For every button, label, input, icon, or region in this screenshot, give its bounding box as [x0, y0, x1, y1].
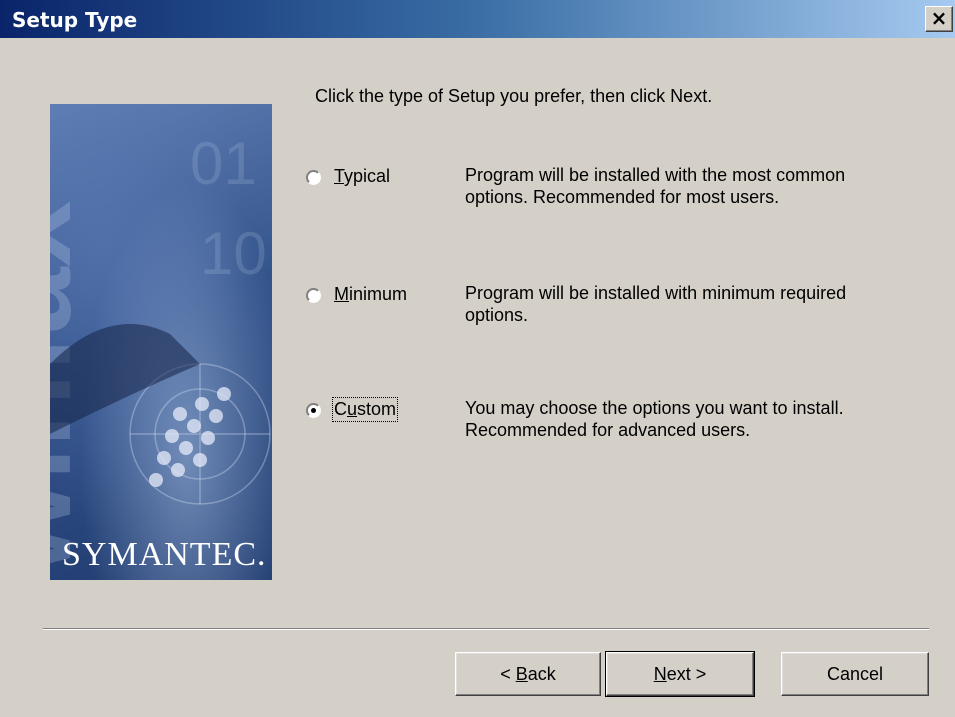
next-button-label: Next >: [653, 663, 707, 684]
next-button[interactable]: Next >: [605, 651, 755, 697]
symantec-logo: SYMANTEC.: [62, 536, 267, 573]
close-button[interactable]: ×: [925, 6, 953, 32]
minimum-radio[interactable]: [306, 288, 321, 303]
banner-artwork: winfax 01 10: [50, 130, 271, 575]
custom-accel: u: [347, 399, 358, 419]
symantec-banner-image: winfax 01 10 SYMANTEC.: [50, 104, 272, 580]
back-button[interactable]: < Back: [455, 652, 601, 696]
separator: [43, 628, 929, 630]
title-bar[interactable]: Setup Type ×: [0, 0, 955, 38]
custom-label-rest: stom: [357, 399, 397, 419]
instruction-text: Click the type of Setup you prefer, then…: [315, 86, 713, 106]
typical-accel: T: [334, 166, 345, 186]
typical-label[interactable]: Typical: [334, 166, 390, 187]
custom-label[interactable]: Custom: [331, 397, 399, 422]
typical-radio[interactable]: [306, 170, 321, 185]
typical-description: Program will be installed with the most …: [465, 165, 846, 207]
window-title: Setup Type: [12, 8, 138, 32]
typical-label-rest: ypical: [344, 166, 391, 186]
minimum-label[interactable]: Minimum: [334, 284, 407, 305]
minimum-description: Program will be installed with minimum r…: [465, 283, 847, 325]
minimum-accel: M: [334, 284, 349, 304]
minimum-label-rest: inimum: [349, 284, 408, 304]
setup-type-dialog: Setup Type × winfax 01 10: [0, 0, 955, 717]
custom-radio[interactable]: [306, 403, 321, 418]
cancel-button[interactable]: Cancel: [781, 652, 929, 696]
custom-description: You may choose the options you want to i…: [465, 398, 844, 440]
custom-radio-selected-dot: [311, 408, 316, 413]
back-button-label: < Back: [500, 663, 556, 684]
svg-text:10: 10: [200, 220, 267, 287]
svg-text:01: 01: [190, 130, 257, 197]
custom-label-pre: C: [334, 399, 347, 419]
